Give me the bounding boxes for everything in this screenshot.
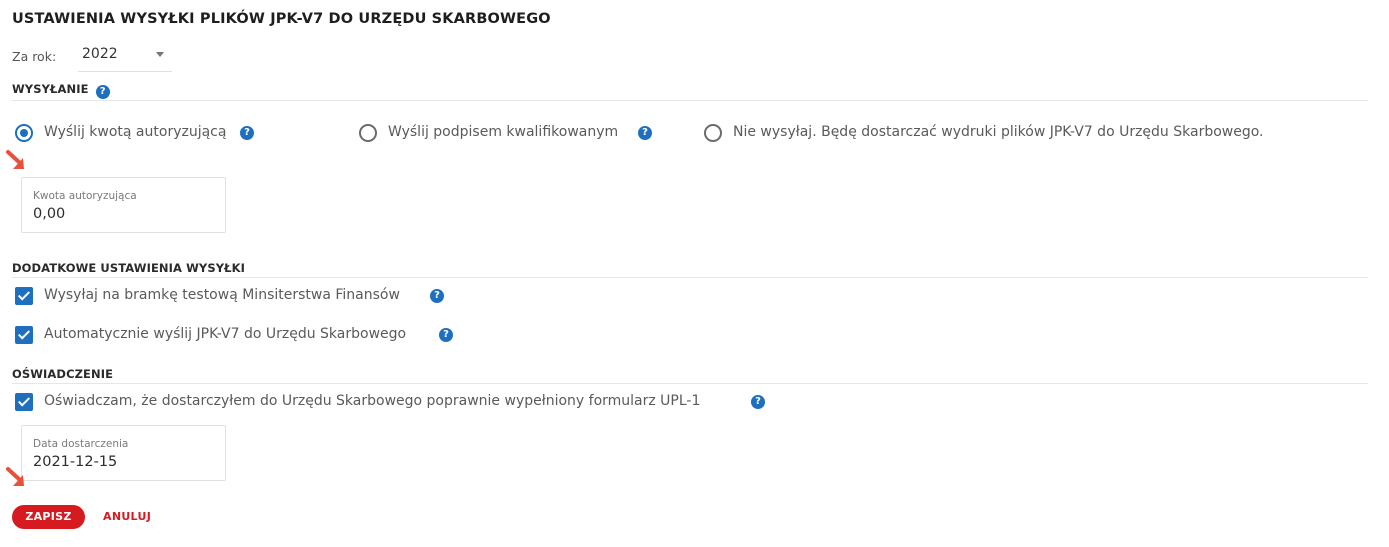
radio-do-not-send-label[interactable]: Nie wysyłaj. Będę dostarczać wydruki pli…: [733, 124, 1264, 140]
help-icon[interactable]: ?: [439, 328, 453, 342]
statement-section-title: OŚWIADCZENIE: [12, 367, 114, 381]
radio-do-not-send[interactable]: [704, 124, 722, 142]
section-divider: [12, 277, 1368, 278]
radio-qualified-signature[interactable]: [359, 124, 377, 142]
help-icon[interactable]: ?: [638, 126, 652, 140]
page-title: USTAWIENIA WYSYŁKI PLIKÓW JPK-V7 DO URZĘ…: [12, 11, 551, 27]
sending-section-label: WYSYŁANIE: [12, 82, 89, 96]
cancel-button[interactable]: ANULUJ: [103, 510, 151, 523]
annotation-arrow-icon: [6, 467, 24, 486]
section-divider: [12, 100, 1368, 101]
year-select[interactable]: 2022: [78, 39, 172, 72]
authorizing-amount-label: Kwota autoryzująca: [33, 190, 137, 202]
radio-authorizing-amount[interactable]: [15, 124, 33, 142]
test-gateway-label[interactable]: Wysyłaj na bramkę testową Minsiterstwa F…: [44, 287, 400, 303]
delivery-date-value[interactable]: 2021-12-15: [33, 454, 117, 470]
help-icon[interactable]: ?: [240, 126, 254, 140]
auto-send-label[interactable]: Automatycznie wyślij JPK-V7 do Urzędu Sk…: [44, 326, 406, 342]
annotation-arrow-icon: [6, 150, 24, 169]
save-button[interactable]: ZAPISZ: [12, 505, 85, 529]
authorizing-amount-value[interactable]: 0,00: [33, 206, 65, 222]
delivery-date-field[interactable]: Data dostarczenia 2021-12-15: [21, 425, 226, 481]
radio-qualified-signature-label[interactable]: Wyślij podpisem kwalifikowanym: [388, 124, 618, 140]
auto-send-checkbox[interactable]: [15, 326, 33, 344]
help-icon[interactable]: ?: [751, 395, 765, 409]
authorizing-amount-field[interactable]: Kwota autoryzująca 0,00: [21, 177, 226, 233]
year-label: Za rok:: [12, 49, 57, 64]
chevron-down-icon: [156, 52, 164, 57]
help-icon[interactable]: ?: [430, 289, 444, 303]
radio-authorizing-amount-label[interactable]: Wyślij kwotą autoryzującą: [44, 124, 226, 140]
test-gateway-checkbox[interactable]: [15, 287, 33, 305]
additional-section-title: DODATKOWE USTAWIENIA WYSYŁKI: [12, 261, 246, 275]
delivery-date-label: Data dostarczenia: [33, 438, 129, 450]
upl1-statement-checkbox[interactable]: [15, 393, 33, 411]
year-value: 2022: [82, 46, 118, 62]
sending-section-title: WYSYŁANIE ?: [12, 82, 110, 99]
section-divider: [12, 383, 1368, 384]
upl1-statement-label[interactable]: Oświadczam, że dostarczyłem do Urzędu Sk…: [44, 393, 700, 409]
help-icon[interactable]: ?: [95, 85, 110, 99]
